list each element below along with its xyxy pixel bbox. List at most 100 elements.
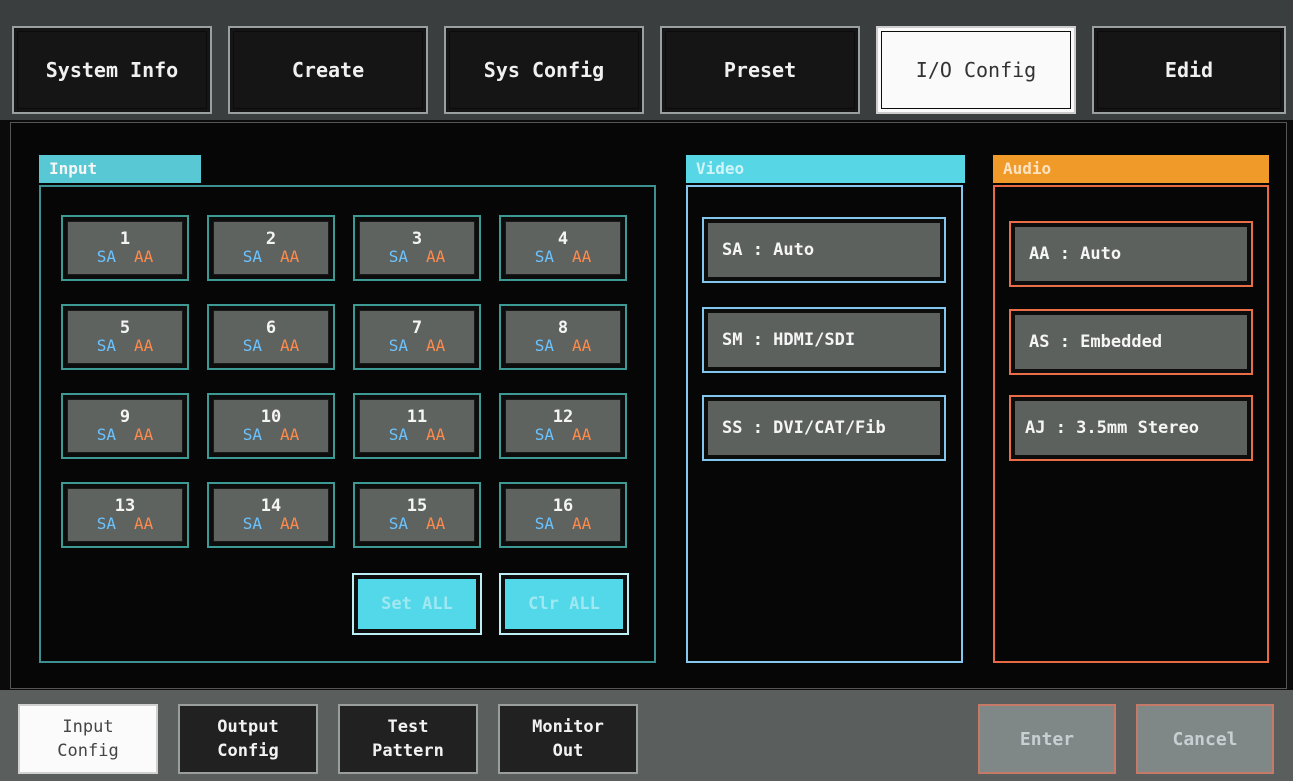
- input-channel-number: 10: [260, 407, 282, 427]
- tab-output-config-line1: Output: [217, 717, 279, 737]
- audio-option-aj[interactable]: AJ : 3.5mm Stereo: [1009, 395, 1253, 461]
- video-option-sm-label: SM : HDMI/SDI: [708, 313, 940, 367]
- aa-tag: AA: [280, 247, 300, 266]
- input-channel-13[interactable]: 13 SA AA: [61, 482, 189, 548]
- input-channel-tags: SA AA: [243, 248, 300, 266]
- enter-button[interactable]: Enter: [978, 704, 1116, 774]
- tab-sys-config[interactable]: Sys Config: [444, 26, 644, 114]
- aa-tag: AA: [134, 336, 154, 355]
- input-channel-body: 15 SA AA: [359, 488, 475, 542]
- input-channel-tags: SA AA: [243, 515, 300, 533]
- input-channel-10[interactable]: 10 SA AA: [207, 393, 335, 459]
- sa-tag: SA: [96, 514, 116, 533]
- video-option-sm[interactable]: SM : HDMI/SDI: [702, 307, 946, 373]
- input-channel-number: 14: [260, 496, 282, 516]
- input-channel-tags: SA AA: [535, 515, 592, 533]
- aa-tag: AA: [134, 425, 154, 444]
- input-channel-tags: SA AA: [97, 426, 154, 444]
- input-channel-body: 5 SA AA: [67, 310, 183, 364]
- input-channel-9[interactable]: 9 SA AA: [61, 393, 189, 459]
- tab-test-pattern-line1: Test: [387, 717, 429, 737]
- aa-tag: AA: [572, 336, 592, 355]
- input-channel-6[interactable]: 6 SA AA: [207, 304, 335, 370]
- video-option-sa[interactable]: SA : Auto: [702, 217, 946, 283]
- input-channel-11[interactable]: 11 SA AA: [353, 393, 481, 459]
- tab-io-config[interactable]: I/O Config: [876, 26, 1076, 114]
- cancel-button[interactable]: Cancel: [1136, 704, 1274, 774]
- input-channel-7[interactable]: 7 SA AA: [353, 304, 481, 370]
- sa-tag: SA: [96, 336, 116, 355]
- input-channel-number: 8: [557, 318, 569, 338]
- input-channel-tags: SA AA: [389, 426, 446, 444]
- video-option-ss[interactable]: SS : DVI/CAT/Fib: [702, 395, 946, 461]
- aa-tag: AA: [280, 336, 300, 355]
- audio-option-as[interactable]: AS : Embedded: [1009, 309, 1253, 375]
- set-all-button[interactable]: Set ALL: [352, 573, 482, 635]
- aa-tag: AA: [134, 247, 154, 266]
- input-channel-body: 12 SA AA: [505, 399, 621, 453]
- input-channel-tags: SA AA: [243, 426, 300, 444]
- sa-tag: SA: [388, 247, 408, 266]
- input-channel-3[interactable]: 3 SA AA: [353, 215, 481, 281]
- input-channel-number: 3: [411, 229, 423, 249]
- input-channel-tags: SA AA: [97, 248, 154, 266]
- input-channel-2[interactable]: 2 SA AA: [207, 215, 335, 281]
- sa-tag: SA: [96, 247, 116, 266]
- input-channel-15[interactable]: 15 SA AA: [353, 482, 481, 548]
- input-channel-tags: SA AA: [97, 337, 154, 355]
- top-tab-bar: System Info Create Sys Config Preset I/O…: [0, 0, 1293, 120]
- input-channel-5[interactable]: 5 SA AA: [61, 304, 189, 370]
- sa-tag: SA: [388, 425, 408, 444]
- tab-preset[interactable]: Preset: [660, 26, 860, 114]
- video-option-sa-label: SA : Auto: [708, 223, 940, 277]
- input-channel-body: 4 SA AA: [505, 221, 621, 275]
- input-channel-14[interactable]: 14 SA AA: [207, 482, 335, 548]
- input-channel-8[interactable]: 8 SA AA: [499, 304, 627, 370]
- input-channel-number: 2: [265, 229, 277, 249]
- input-channel-number: 5: [119, 318, 131, 338]
- input-channel-number: 12: [552, 407, 574, 427]
- tab-test-pattern-line2: Pattern: [372, 741, 444, 761]
- sa-tag: SA: [534, 247, 554, 266]
- aa-tag: AA: [572, 514, 592, 533]
- input-channel-tags: SA AA: [389, 337, 446, 355]
- aa-tag: AA: [426, 247, 446, 266]
- tab-test-pattern[interactable]: Test Pattern: [338, 704, 478, 774]
- input-channel-tags: SA AA: [389, 515, 446, 533]
- tab-input-config[interactable]: Input Config: [18, 704, 158, 774]
- video-option-ss-label: SS : DVI/CAT/Fib: [708, 401, 940, 455]
- audio-option-aa[interactable]: AA : Auto: [1009, 221, 1253, 287]
- input-channel-number: 11: [406, 407, 428, 427]
- input-channel-body: 3 SA AA: [359, 221, 475, 275]
- tab-monitor-out-line1: Monitor: [532, 717, 604, 737]
- input-channel-number: 16: [552, 496, 574, 516]
- input-channel-body: 10 SA AA: [213, 399, 329, 453]
- sa-tag: SA: [242, 425, 262, 444]
- sa-tag: SA: [242, 336, 262, 355]
- input-channel-4[interactable]: 4 SA AA: [499, 215, 627, 281]
- tab-edid[interactable]: Edid: [1092, 26, 1286, 114]
- input-channel-body: 14 SA AA: [213, 488, 329, 542]
- sa-tag: SA: [388, 336, 408, 355]
- input-channel-tags: SA AA: [535, 337, 592, 355]
- tab-monitor-out[interactable]: Monitor Out: [498, 704, 638, 774]
- tab-output-config[interactable]: Output Config: [178, 704, 318, 774]
- input-channel-number: 6: [265, 318, 277, 338]
- sa-tag: SA: [242, 247, 262, 266]
- video-panel-title: Video: [686, 155, 965, 183]
- audio-option-aa-label: AA : Auto: [1015, 227, 1247, 281]
- input-channel-1[interactable]: 1 SA AA: [61, 215, 189, 281]
- input-channel-16[interactable]: 16 SA AA: [499, 482, 627, 548]
- tab-system-info[interactable]: System Info: [12, 26, 212, 114]
- sa-tag: SA: [534, 514, 554, 533]
- input-channel-number: 4: [557, 229, 569, 249]
- tab-create[interactable]: Create: [228, 26, 428, 114]
- sa-tag: SA: [534, 425, 554, 444]
- sa-tag: SA: [96, 425, 116, 444]
- sa-tag: SA: [388, 514, 408, 533]
- input-channel-tags: SA AA: [97, 515, 154, 533]
- input-channel-body: 11 SA AA: [359, 399, 475, 453]
- input-channel-12[interactable]: 12 SA AA: [499, 393, 627, 459]
- set-all-label: Set ALL: [358, 579, 476, 629]
- clr-all-button[interactable]: Clr ALL: [499, 573, 629, 635]
